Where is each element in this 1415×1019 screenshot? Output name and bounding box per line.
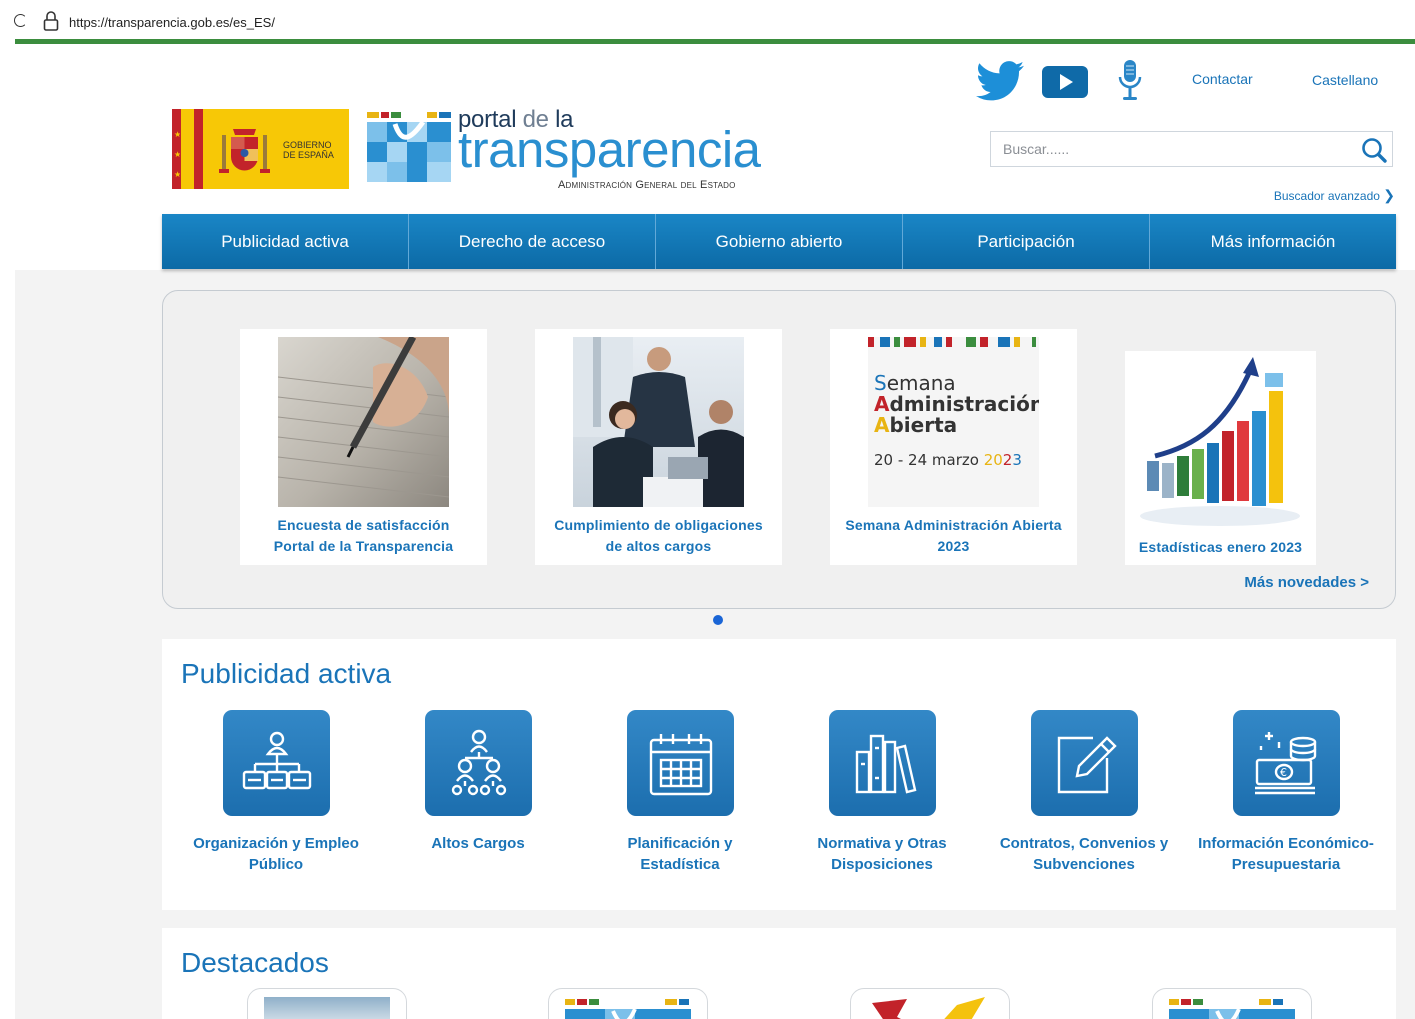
contact-link[interactable]: Contactar [1192, 71, 1253, 87]
svg-text:★: ★ [174, 150, 180, 159]
advanced-search-link[interactable]: Buscador avanzado ❯ [1274, 187, 1395, 204]
pa-item-planificacion[interactable]: Planificación y Estadística [585, 710, 775, 875]
semana-administracion-abierta-banner: Semana Administración Abierta 20 - 24 ma… [868, 337, 1039, 507]
search-icon[interactable] [1360, 136, 1388, 164]
publicidad-activa-section: Publicidad activa Organización y Empleo P… [162, 639, 1396, 910]
pa-item-organizacion[interactable]: Organización y Empleo Público [181, 710, 371, 875]
portal-transparencia-logo[interactable]: portal de la transparencia Administració… [367, 106, 777, 196]
more-news-link[interactable]: Más novedades > [1244, 574, 1369, 591]
banner-line-3: Abierta [874, 413, 958, 437]
nav-gobierno-abierto[interactable]: Gobierno abierto [656, 214, 903, 269]
pa-item-informacion-economica[interactable]: € Información Económico- Presupuestaria [1191, 710, 1381, 875]
pa-item-label: Información Económico- Presupuestaria [1198, 835, 1374, 873]
section-heading: Destacados [181, 947, 329, 978]
news-card[interactable]: Encuesta de satisfacción Portal de la Tr… [240, 329, 487, 565]
pa-item-label: Normativa y Otras Disposiciones [817, 835, 947, 873]
gobierno-text: GOBIERNO DE ESPAÑA [283, 140, 334, 160]
office-meeting-photo [573, 337, 744, 507]
pa-item-label: Planificación y Estadística [627, 835, 733, 873]
banner-dates: 20 - 24 marzo 2023 [874, 451, 1022, 469]
money-coins-icon: € [1232, 710, 1340, 816]
news-card-title: Cumplimiento de obligaciones de altos ca… [554, 517, 763, 554]
news-card[interactable]: Estadísticas enero 2023 [1125, 351, 1316, 565]
pa-item-label: Contratos, Convenios y Subvenciones [999, 835, 1169, 873]
banner-line-2: Administración [874, 392, 1039, 416]
mosaic-logo-icon [367, 112, 451, 182]
nav-participacion[interactable]: Participación [903, 214, 1150, 269]
destacado-card[interactable] [1152, 988, 1312, 1019]
news-card-title: Encuesta de satisfacción Portal de la Tr… [273, 517, 454, 554]
news-card[interactable]: Cumplimiento de obligaciones de altos ca… [535, 329, 782, 565]
search-input[interactable] [1003, 138, 1343, 160]
mosaic-thumbnail [1169, 999, 1295, 1019]
address-url[interactable]: https://transparencia.gob.es/es_ES/ [69, 15, 275, 30]
destacado-card[interactable] [548, 988, 708, 1019]
page-body: Contactar Castellano ★ ★ ★ GOBIERNO DE E… [15, 44, 1415, 1019]
nav-publicidad-activa[interactable]: Publicidad activa [162, 214, 409, 269]
mosaic-thumbnail [565, 999, 691, 1019]
coat-of-arms-icon [219, 129, 270, 173]
org-chart-icon [222, 710, 330, 816]
banner-line-1: Semana [874, 371, 956, 395]
language-selector[interactable]: Castellano [1312, 72, 1378, 88]
hierarchy-people-icon [424, 710, 532, 816]
eu-stars-icon: ★ ★ ★ [174, 130, 180, 179]
destacados-section: Destacados [162, 928, 1396, 1019]
news-card-title: Semana Administración Abierta 2023 [845, 517, 1062, 554]
calendar-icon [626, 710, 734, 816]
news-card-title: Estadísticas enero 2023 [1138, 539, 1303, 555]
pen-signing-document-photo [278, 337, 449, 507]
search-box [990, 131, 1393, 167]
svg-text:★: ★ [174, 130, 180, 139]
nav-derecho-de-acceso[interactable]: Derecho de acceso [409, 214, 656, 269]
section-heading: Publicidad activa [181, 658, 392, 689]
bird-logo-thumbnail [872, 997, 985, 1019]
browser-address-bar: https://transparencia.gob.es/es_ES/ [0, 0, 1415, 44]
news-card[interactable]: Semana Administración Abierta 20 - 24 ma… [830, 329, 1077, 565]
reload-icon[interactable] [14, 14, 27, 27]
chevron-right-icon: ❯ [1383, 187, 1395, 203]
destacado-card[interactable] [247, 988, 407, 1019]
pa-item-normativa[interactable]: Normativa y Otras Disposiciones [787, 710, 977, 875]
landscape-thumbnail [264, 997, 390, 1019]
nav-mas-informacion[interactable]: Más información [1150, 214, 1396, 269]
books-icon [828, 710, 936, 816]
site-header: Contactar Castellano ★ ★ ★ GOBIERNO DE E… [15, 44, 1415, 270]
pa-item-label: Organización y Empleo Público [193, 835, 359, 873]
pa-item-label: Altos Cargos [431, 835, 525, 852]
transparencia-text: transparencia [458, 121, 761, 178]
pa-item-altos-cargos[interactable]: Altos Cargos [383, 710, 573, 854]
news-carousel: Encuesta de satisfacción Portal de la Tr… [162, 290, 1396, 609]
bar-chart-growth-illustration [1135, 351, 1306, 529]
carousel-page-indicator[interactable] [713, 615, 723, 625]
lock-icon [43, 11, 59, 31]
administracion-text: Administración General del Estado [558, 179, 736, 191]
edit-document-icon [1030, 710, 1138, 816]
destacado-card[interactable] [850, 988, 1010, 1019]
svg-text:€: € [1280, 766, 1287, 779]
twitter-icon[interactable] [976, 61, 1024, 101]
pa-item-contratos[interactable]: Contratos, Convenios y Subvenciones [989, 710, 1179, 875]
youtube-icon[interactable] [1041, 65, 1089, 99]
main-navigation: Publicidad activa Derecho de acceso Gobi… [162, 214, 1396, 269]
gobierno-espana-logo[interactable]: ★ ★ ★ GOBIERNO DE ESPAÑA [172, 109, 349, 189]
podcast-microphone-icon[interactable] [1117, 59, 1143, 103]
svg-text:★: ★ [174, 170, 180, 179]
